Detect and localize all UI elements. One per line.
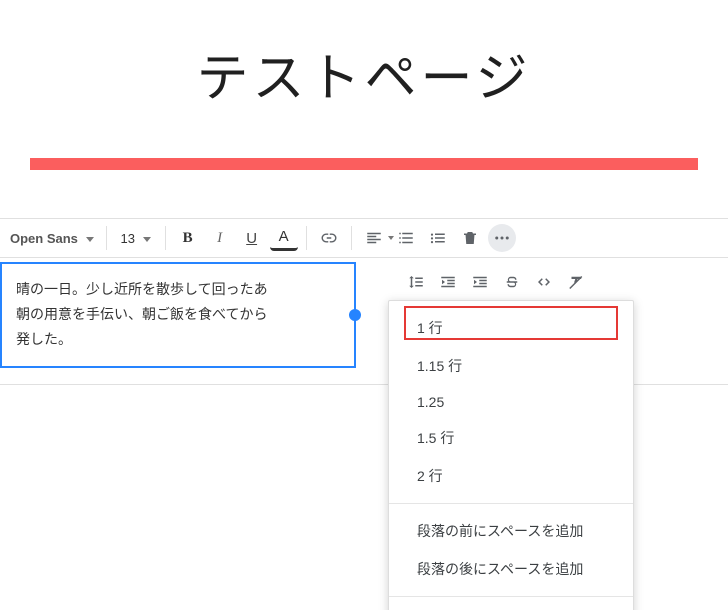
trash-icon bbox=[461, 229, 479, 247]
toolbar-separator bbox=[306, 226, 307, 250]
indent-increase-icon bbox=[471, 273, 489, 291]
numbered-list-icon bbox=[397, 229, 415, 247]
text-line-1: 晴の一日。少し近所を散歩して回ったあ bbox=[16, 281, 268, 297]
clear-formatting-button[interactable] bbox=[562, 268, 590, 296]
font-size-select[interactable]: 13 bbox=[113, 227, 159, 250]
menu-item-2[interactable]: 2 行 bbox=[389, 457, 633, 495]
menu-item-add-space-after[interactable]: 段落の後にスペースを追加 bbox=[389, 550, 633, 588]
strikethrough-button[interactable] bbox=[498, 268, 526, 296]
more-button[interactable] bbox=[488, 224, 516, 252]
toolbar-separator bbox=[351, 226, 352, 250]
text-block[interactable]: 晴の一日。少し近所を散歩して回ったあ 朝の用意を手伝い、朝ご飯を食べてから 発し… bbox=[0, 262, 356, 368]
indent-decrease-icon bbox=[439, 273, 457, 291]
menu-item-1[interactable]: 1 行 bbox=[389, 309, 633, 347]
bold-button[interactable]: B bbox=[174, 224, 202, 252]
menu-item-1-15[interactable]: 1.15 行 bbox=[389, 347, 633, 385]
page-title: テストページ bbox=[197, 51, 532, 108]
font-family-value: Open Sans bbox=[10, 231, 78, 246]
indent-increase-button[interactable] bbox=[466, 268, 494, 296]
line-spacing-icon bbox=[407, 273, 425, 291]
text-line-2: 朝の用意を手伝い、朝ご飯を食べてから bbox=[16, 306, 267, 322]
bulleted-list-button[interactable] bbox=[424, 224, 452, 252]
align-left-icon bbox=[365, 229, 383, 247]
toolbar-separator bbox=[106, 226, 107, 250]
title-underline bbox=[30, 158, 698, 170]
line-spacing-button[interactable] bbox=[402, 268, 430, 296]
font-family-select[interactable]: Open Sans bbox=[4, 227, 100, 250]
underline-button[interactable]: U bbox=[238, 224, 266, 252]
menu-item-add-space-before[interactable]: 段落の前にスペースを追加 bbox=[389, 512, 633, 550]
delete-button[interactable] bbox=[456, 224, 484, 252]
menu-item-1-25[interactable]: 1.25 bbox=[389, 385, 633, 419]
chevron-down-icon bbox=[143, 237, 151, 242]
text-line-3: 発した。 bbox=[16, 331, 72, 347]
code-button[interactable] bbox=[530, 268, 558, 296]
overflow-toolbar bbox=[400, 262, 592, 302]
menu-item-1-5[interactable]: 1.5 行 bbox=[389, 419, 633, 457]
clear-format-icon bbox=[567, 273, 585, 291]
code-icon bbox=[535, 273, 553, 291]
link-button[interactable] bbox=[315, 224, 343, 252]
menu-item-custom-spacing[interactable]: カスタムの間隔 bbox=[389, 605, 633, 610]
toolbar-separator bbox=[165, 226, 166, 250]
align-button[interactable] bbox=[360, 224, 388, 252]
menu-separator bbox=[389, 503, 633, 504]
font-size-value: 13 bbox=[121, 231, 135, 246]
indent-decrease-button[interactable] bbox=[434, 268, 462, 296]
text-toolbar: Open Sans 13 B I U A bbox=[0, 218, 728, 258]
numbered-list-button[interactable] bbox=[392, 224, 420, 252]
italic-button[interactable]: I bbox=[206, 224, 234, 252]
selection-handle[interactable] bbox=[349, 309, 361, 321]
strikethrough-icon bbox=[503, 273, 521, 291]
bulleted-list-icon bbox=[429, 229, 447, 247]
chevron-down-icon bbox=[86, 237, 94, 242]
menu-separator bbox=[389, 596, 633, 597]
link-icon bbox=[320, 229, 338, 247]
more-horizontal-icon bbox=[493, 229, 511, 247]
line-spacing-menu: 1 行 1.15 行 1.25 1.5 行 2 行 段落の前にスペースを追加 段… bbox=[388, 300, 634, 610]
text-color-button[interactable]: A bbox=[270, 226, 298, 251]
